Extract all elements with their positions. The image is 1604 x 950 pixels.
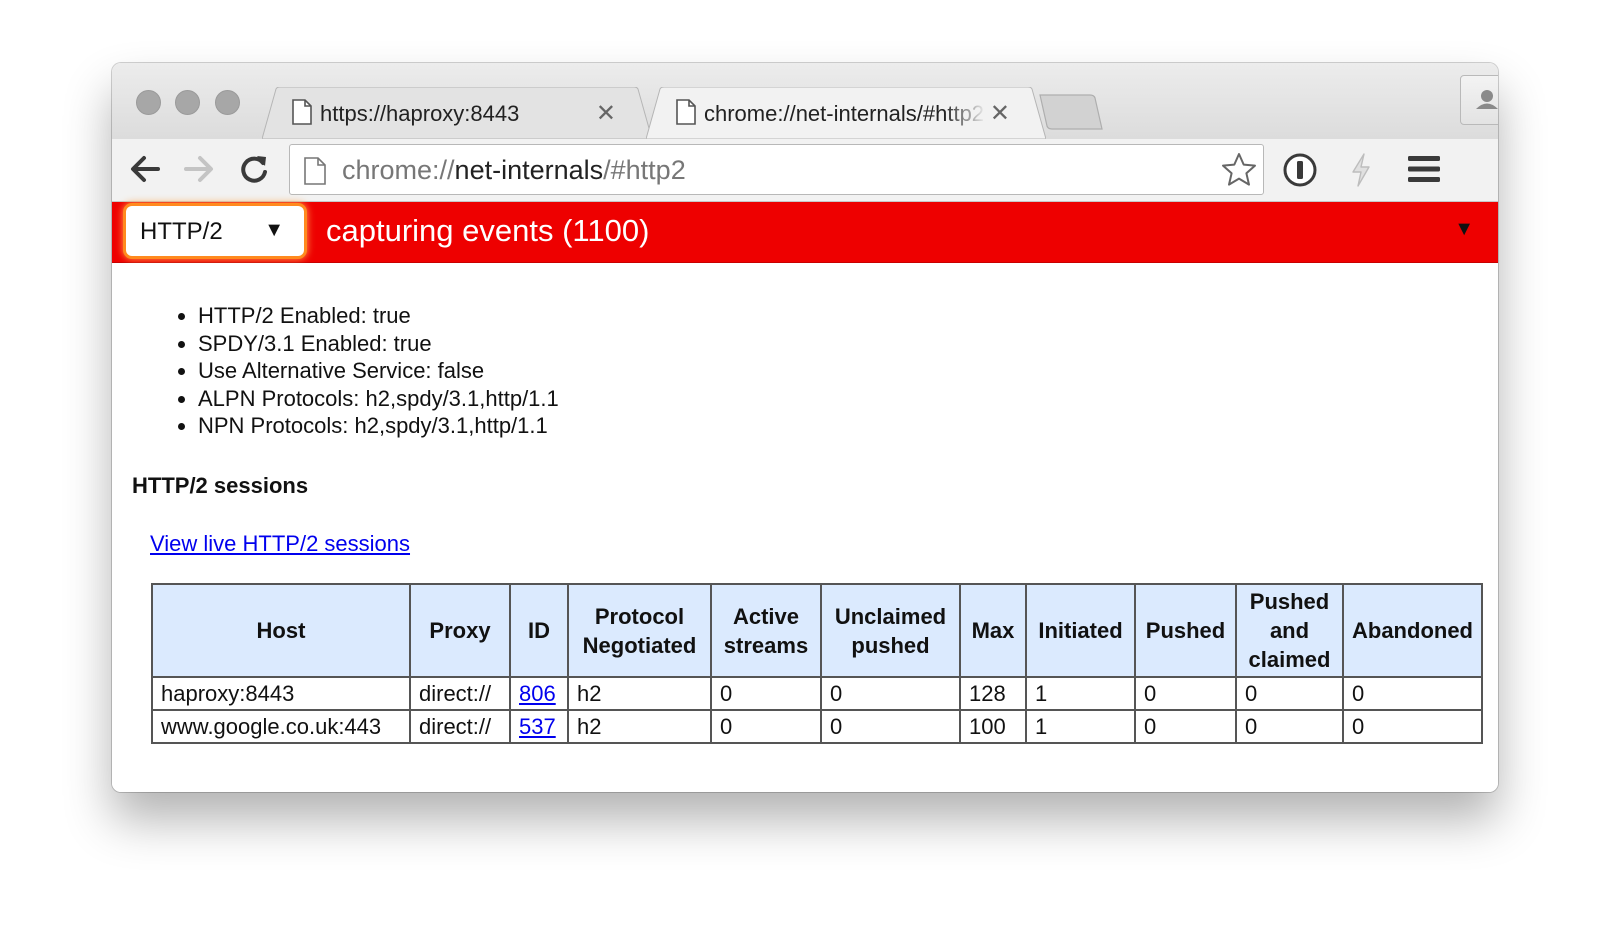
session-id-link[interactable]: 537 <box>519 714 556 739</box>
cell-pushed-claimed: 0 <box>1235 709 1344 744</box>
star-icon[interactable] <box>1221 152 1257 188</box>
back-arrow-icon[interactable] <box>128 153 162 185</box>
tab-strip: https://haproxy:8443 ✕ chrome://net-inte… <box>112 63 1498 139</box>
column-header: Unclaimed pushed <box>820 583 961 678</box>
capture-status-bar: HTTP/2 ▼ capturing events (1100) ▼ <box>112 202 1498 263</box>
zoom-window-button[interactable] <box>215 90 240 115</box>
column-header: Pushed and claimed <box>1235 583 1344 678</box>
page-icon <box>304 157 326 185</box>
address-bar[interactable]: chrome://net-internals/#http2 <box>289 144 1264 195</box>
new-tab-button[interactable] <box>1038 93 1104 131</box>
cell-host: www.google.co.uk:443 <box>151 709 411 744</box>
status-menu-arrow-icon[interactable]: ▼ <box>1454 218 1474 241</box>
close-tab-icon[interactable]: ✕ <box>596 99 616 128</box>
list-item: HTTP/2 Enabled: true <box>198 302 559 330</box>
table-row: www.google.co.uk:443 direct:// 537 h2 0 … <box>151 709 1483 744</box>
view-select-value: HTTP/2 <box>140 218 223 245</box>
column-header: Pushed <box>1134 583 1237 678</box>
url-scheme: chrome:// <box>342 155 455 185</box>
cell-unclaimed-pushed: 0 <box>820 676 961 711</box>
cell-id: 537 <box>509 709 569 744</box>
view-select-dropdown[interactable]: HTTP/2 ▼ <box>126 206 304 256</box>
cell-initiated: 1 <box>1025 709 1136 744</box>
cell-max: 100 <box>959 709 1027 744</box>
url-path: /#http2 <box>603 155 686 185</box>
list-item: SPDY/3.1 Enabled: true <box>198 330 559 358</box>
list-item: NPN Protocols: h2,spdy/3.1,http/1.1 <box>198 412 559 440</box>
browser-window: https://haproxy:8443 ✕ chrome://net-inte… <box>112 63 1498 792</box>
cell-proxy: direct:// <box>409 709 511 744</box>
column-header: Host <box>151 583 411 678</box>
column-header: Protocol Negotiated <box>567 583 712 678</box>
capture-status-text: capturing events (1100) <box>326 213 650 248</box>
minimize-window-button[interactable] <box>175 90 200 115</box>
column-header: Initiated <box>1025 583 1136 678</box>
session-id-link[interactable]: 806 <box>519 681 556 706</box>
cell-active-streams: 0 <box>710 709 822 744</box>
column-header: ID <box>509 583 569 678</box>
cell-protocol: h2 <box>567 709 712 744</box>
http2-status-list: HTTP/2 Enabled: true SPDY/3.1 Enabled: t… <box>168 302 559 440</box>
forward-arrow-icon[interactable] <box>182 153 216 185</box>
cell-host: haproxy:8443 <box>151 676 411 711</box>
column-header: Max <box>959 583 1027 678</box>
list-item: Use Alternative Service: false <box>198 357 559 385</box>
table-row: haproxy:8443 direct:// 806 h2 0 0 128 1 … <box>151 676 1483 711</box>
page-icon <box>292 99 312 125</box>
column-header: Active streams <box>710 583 822 678</box>
cell-pushed: 0 <box>1134 676 1237 711</box>
reload-icon[interactable] <box>238 153 270 185</box>
cell-protocol: h2 <box>567 676 712 711</box>
tab-title: chrome://net-internals/#http2 <box>704 101 985 126</box>
profile-button[interactable] <box>1460 75 1498 125</box>
cell-active-streams: 0 <box>710 676 822 711</box>
table-header-row: Host Proxy ID Protocol Negotiated Active… <box>151 583 1483 678</box>
tab-net-internals[interactable]: chrome://net-internals/#http2 ✕ <box>646 87 1046 139</box>
1password-icon[interactable] <box>1282 152 1318 188</box>
page-icon <box>676 99 696 125</box>
page-content: HTTP/2 Enabled: true SPDY/3.1 Enabled: t… <box>112 263 1498 792</box>
browser-toolbar: chrome://net-internals/#http2 <box>112 139 1498 202</box>
dropdown-arrow-icon: ▼ <box>264 219 284 241</box>
close-window-button[interactable] <box>136 90 161 115</box>
lightning-icon[interactable] <box>1350 153 1372 187</box>
column-header: Proxy <box>409 583 511 678</box>
cell-unclaimed-pushed: 0 <box>820 709 961 744</box>
view-live-sessions-link[interactable]: View live HTTP/2 sessions <box>150 531 410 557</box>
list-item: ALPN Protocols: h2,spdy/3.1,http/1.1 <box>198 385 559 413</box>
sessions-heading: HTTP/2 sessions <box>132 473 309 498</box>
url-host: net-internals <box>454 155 604 185</box>
sessions-table: Host Proxy ID Protocol Negotiated Active… <box>151 583 1483 744</box>
hamburger-menu-icon[interactable] <box>1408 155 1440 183</box>
cell-max: 128 <box>959 676 1027 711</box>
close-tab-icon[interactable]: ✕ <box>990 99 1010 128</box>
person-icon <box>1476 90 1498 109</box>
cell-pushed: 0 <box>1134 709 1237 744</box>
cell-id: 806 <box>509 676 569 711</box>
tab-title: https://haproxy:8443 <box>320 101 520 126</box>
cell-pushed-claimed: 0 <box>1235 676 1344 711</box>
column-header: Abandoned <box>1342 583 1483 678</box>
cell-abandoned: 0 <box>1342 709 1483 744</box>
tab-haproxy[interactable]: https://haproxy:8443 ✕ <box>262 87 652 139</box>
cell-proxy: direct:// <box>409 676 511 711</box>
url-text[interactable]: chrome://net-internals/#http2 <box>342 155 686 186</box>
cell-initiated: 1 <box>1025 676 1136 711</box>
cell-abandoned: 0 <box>1342 676 1483 711</box>
